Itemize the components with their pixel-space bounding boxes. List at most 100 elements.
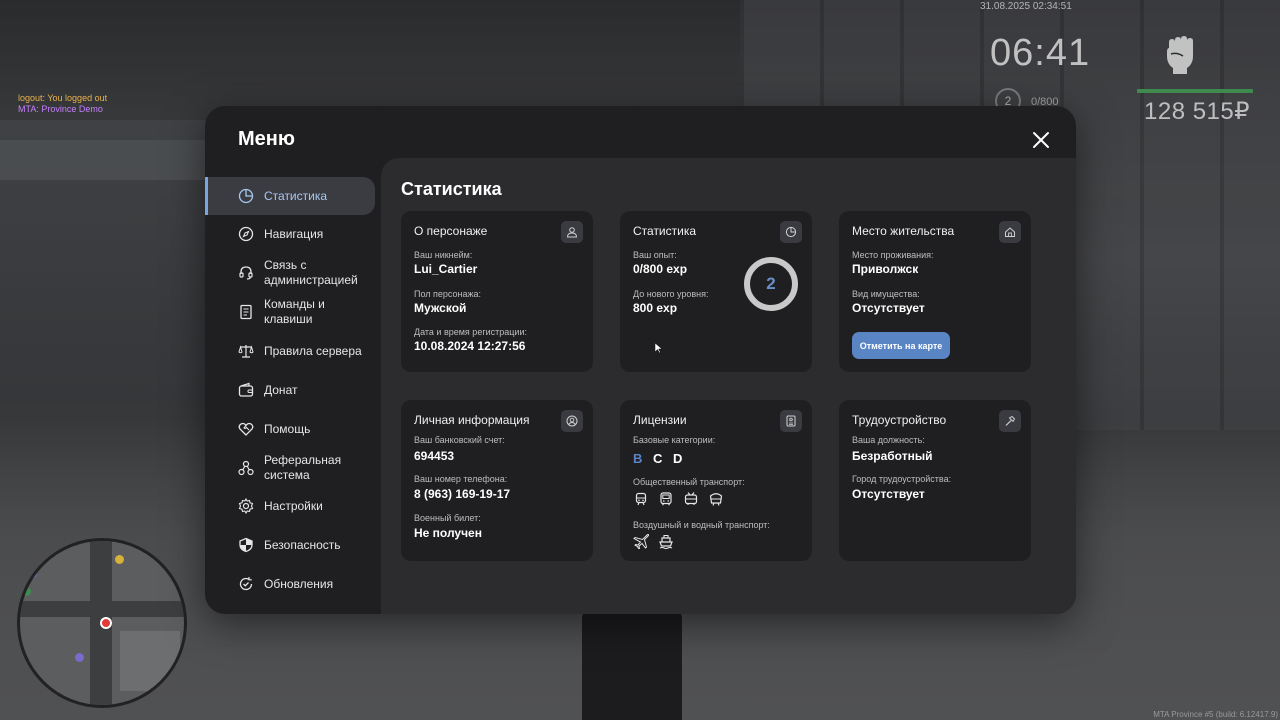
sidebar-item-label: Команды и клавиши (264, 297, 325, 326)
air-water-transport-icons (633, 533, 674, 549)
sidebar-item-label: Настройки (264, 498, 323, 513)
military-id-value: Не получен (414, 526, 482, 540)
sidebar-item-settings[interactable]: Настройки (205, 487, 375, 525)
fist-icon (1163, 34, 1197, 74)
sidebar-item-label: Статистика (264, 188, 328, 203)
sidebar-item-updates[interactable]: Обновления (205, 565, 375, 603)
sidebar-item-rules[interactable]: Правила сервера (205, 332, 375, 370)
public-transport-icons (633, 491, 724, 507)
pie-chart-icon (238, 188, 254, 204)
sidebar-item-label: Связь с администрацией (264, 258, 358, 287)
menu-title: Меню (238, 128, 295, 150)
property-value: Отсутствует (852, 301, 925, 315)
wallet-icon (238, 382, 254, 398)
license-category-b: B (633, 451, 643, 466)
minimap-blip-icon (115, 555, 124, 564)
next-level-label: До нового уровня: (633, 289, 709, 299)
card-title: Статистика (633, 224, 697, 238)
personal-info-card: Личная информация Ваш банковский счет: 6… (401, 400, 593, 561)
sidebar-item-referral[interactable]: Реферальная система (205, 449, 375, 487)
card-title: Место жительства (852, 224, 955, 238)
refresh-check-icon (238, 576, 254, 592)
phone-value: 8 (963) 169-19-17 (414, 487, 511, 501)
sidebar-item-admin-contact[interactable]: Связь с администрацией (205, 254, 375, 292)
license-categories: B C D (633, 451, 689, 466)
military-id-label: Военный билет: (414, 513, 481, 523)
public-transport-label: Общественный транспорт: (633, 477, 745, 487)
sidebar-item-statistics[interactable]: Статистика (205, 177, 375, 215)
player-character (582, 610, 682, 720)
sidebar-item-navigation[interactable]: Навигация (205, 215, 375, 253)
hud-datetime: 31.08.2025 02:34:51 (980, 1, 1072, 12)
sidebar: Статистика Навигация Связь с администрац… (205, 176, 381, 614)
sidebar-item-label: Правила сервера (264, 343, 362, 358)
id-badge-icon (780, 410, 802, 432)
exp-value: 0/800 exp (633, 262, 688, 276)
minimap (17, 538, 187, 708)
sidebar-item-commands[interactable]: Команды и клавиши (205, 293, 375, 331)
employment-city-label: Город трудоустройства: (852, 474, 952, 484)
boat-icon (658, 533, 674, 549)
card-title: Трудоустройство (852, 413, 947, 427)
shield-icon (238, 537, 254, 553)
document-icon (238, 304, 254, 320)
sidebar-item-security[interactable]: Безопасность (205, 526, 375, 564)
bank-account-label: Ваш банковский счет: (414, 435, 505, 445)
home-icon (999, 221, 1021, 243)
minimap-player-icon (100, 617, 112, 629)
heart-handshake-icon (238, 421, 254, 437)
position-label: Ваша должность: (852, 435, 925, 445)
hud-clock: 06:41 (990, 32, 1091, 74)
chat-line: logout: You logged out (18, 93, 108, 103)
user-icon (561, 221, 583, 243)
content-area: Статистика О персонаже Ваш никнейм: Lui_… (381, 158, 1076, 614)
residence-place-label: Место проживания: (852, 250, 934, 260)
headset-icon (238, 265, 254, 281)
registration-label: Дата и время регистрации: (414, 327, 527, 337)
residence-place-value: Приволжск (852, 262, 919, 276)
bank-account-value: 694453 (414, 449, 455, 463)
sidebar-item-label: Обновления (264, 576, 334, 591)
phone-label: Ваш номер телефона: (414, 474, 508, 484)
build-info: MTA Province #5 (build: 6.12417.9) (1153, 710, 1278, 719)
card-title: Личная информация (414, 413, 530, 427)
sidebar-item-label: Реферальная система (264, 453, 342, 482)
trolleybus-icon (683, 491, 699, 507)
airplane-icon (633, 533, 649, 549)
next-level-value: 800 exp (633, 301, 678, 315)
minimap-blip-icon (28, 569, 37, 578)
hud-health-bar (1137, 89, 1253, 93)
card-title: О персонаже (414, 224, 488, 238)
mouse-cursor-icon (655, 343, 662, 353)
level-ring: 2 (744, 257, 798, 311)
pie-chart-icon (780, 221, 802, 243)
close-icon (1033, 132, 1049, 148)
close-button[interactable] (1026, 125, 1056, 155)
registration-value: 10.08.2024 12:27:56 (414, 339, 526, 353)
sidebar-item-help[interactable]: Помощь (205, 410, 375, 448)
hammer-icon (999, 410, 1021, 432)
card-title: Лицензии (633, 413, 687, 427)
mark-on-map-button[interactable]: Отметить на карте (852, 332, 950, 359)
minimap-blip-icon (22, 587, 31, 596)
chat-line: MTA: Province Demo (18, 104, 103, 114)
gender-value: Мужской (414, 301, 467, 315)
sidebar-item-label: Донат (264, 382, 298, 397)
sidebar-item-donate[interactable]: Донат (205, 371, 375, 409)
user-circle-icon (561, 410, 583, 432)
referral-icon (238, 460, 254, 476)
sidebar-item-label: Помощь (264, 421, 311, 436)
metro-icon (708, 491, 724, 507)
gender-label: Пол персонажа: (414, 289, 482, 299)
minimap-blip-icon (75, 653, 84, 662)
employment-card: Трудоустройство Ваша должность: Безработ… (839, 400, 1031, 561)
licenses-card: Лицензии Базовые категории: B C D Общест… (620, 400, 812, 561)
statistics-card: Статистика Ваш опыт: 0/800 exp До нового… (620, 211, 812, 372)
exp-label: Ваш опыт: (633, 250, 677, 260)
employment-city-value: Отсутствует (852, 487, 925, 501)
scales-icon (238, 343, 254, 359)
nickname-value: Lui_Cartier (414, 262, 478, 276)
hud-money: 128 515₽ (1144, 98, 1251, 125)
gear-icon (238, 498, 254, 514)
compass-icon (238, 226, 254, 242)
